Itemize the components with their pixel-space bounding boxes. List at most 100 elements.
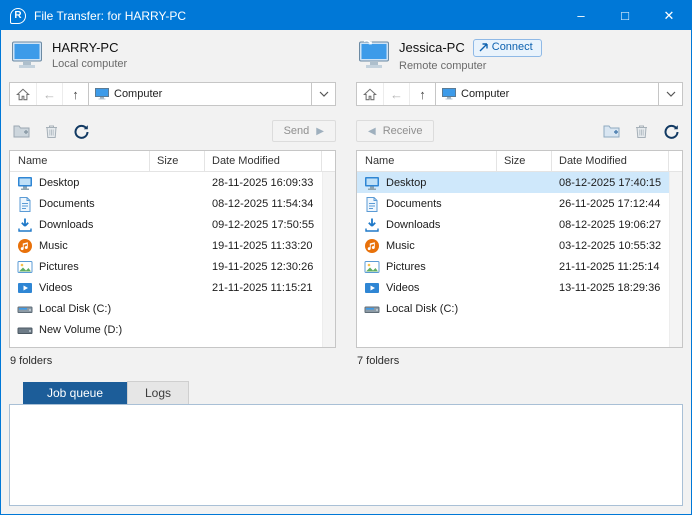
remote-computer-icon [358, 40, 390, 70]
send-arrow-icon: ▶ [316, 125, 324, 137]
file-row[interactable]: Desktop 08-12-2025 17:40:15 [357, 172, 669, 193]
remote-file-rows: Desktop 08-12-2025 17:40:15 Documents 26… [357, 172, 669, 347]
file-date: 08-12-2025 19:06:27 [559, 218, 662, 231]
receive-arrow-icon: ◀ [368, 125, 376, 137]
local-scrollbar[interactable] [322, 172, 335, 347]
local-list-header: Name Size Date Modified [10, 151, 335, 172]
remote-panel: Jessica-PC Connect Remote computer ← ↑ C… [356, 34, 683, 369]
remote-computer-header: Jessica-PC Connect Remote computer [358, 36, 683, 74]
bottom-section: Job queue Logs [9, 381, 683, 506]
file-transfer-window: R File Transfer: for HARRY-PC – □ ✕ HARR… [0, 0, 692, 515]
file-name: Pictures [386, 260, 426, 273]
file-date: 26-11-2025 17:12:44 [559, 197, 661, 210]
file-name: Documents [39, 197, 95, 210]
job-queue-panel [9, 404, 683, 506]
chevron-down-icon[interactable] [311, 83, 335, 105]
file-row[interactable]: Downloads 08-12-2025 19:06:27 [357, 214, 669, 235]
column-size[interactable]: Size [497, 151, 552, 171]
file-row[interactable]: Music 03-12-2025 10:55:32 [357, 235, 669, 256]
maximize-button[interactable]: □ [603, 1, 647, 30]
local-file-list: Name Size Date Modified Desktop 28-11-20… [9, 150, 336, 348]
home-button[interactable] [10, 83, 36, 105]
computer-icon [442, 88, 456, 100]
file-row[interactable]: Videos 13-11-2025 18:29:36 [357, 277, 669, 298]
send-button[interactable]: Send ▶ [271, 120, 336, 142]
file-row[interactable]: Local Disk (C:) [357, 298, 669, 319]
file-name: Local Disk (C:) [39, 302, 112, 315]
file-name: Desktop [39, 176, 80, 189]
local-status-text: 9 folders [10, 355, 53, 367]
receive-button[interactable]: ◀ Receive [356, 120, 435, 142]
remote-computer-name: Jessica-PC [399, 40, 465, 55]
local-path-dropdown[interactable]: Computer [88, 82, 336, 106]
column-date-modified[interactable]: Date Modified [552, 151, 669, 171]
file-row[interactable]: Pictures 19-11-2025 12:30:26 [10, 256, 322, 277]
receive-button-label: Receive [382, 125, 423, 137]
file-name: Videos [39, 281, 73, 294]
new-folder-button[interactable] [9, 120, 33, 142]
disk-d-icon [17, 322, 33, 338]
back-button[interactable]: ← [36, 83, 62, 105]
remote-list-header: Name Size Date Modified [357, 151, 682, 172]
send-button-label: Send [283, 125, 310, 137]
panels: HARRY-PC Local computer ← ↑ Computer Sen… [9, 34, 683, 369]
remote-scrollbar[interactable] [669, 172, 682, 347]
file-row[interactable]: Music 19-11-2025 11:33:20 [10, 235, 322, 256]
connect-button-label: Connect [491, 41, 533, 53]
refresh-button[interactable] [69, 120, 93, 142]
window-title: File Transfer: for HARRY-PC [34, 8, 187, 23]
column-name[interactable]: Name [10, 151, 150, 171]
file-row[interactable]: Downloads 09-12-2025 17:50:55 [10, 214, 322, 235]
file-row[interactable]: Documents 08-12-2025 11:54:34 [10, 193, 322, 214]
pictures-icon [17, 259, 33, 275]
file-row[interactable]: New Volume (D:) [10, 319, 322, 340]
tab-job-queue[interactable]: Job queue [23, 382, 127, 404]
computer-icon [95, 88, 109, 100]
documents-icon [364, 196, 380, 212]
pictures-icon [364, 259, 380, 275]
new-folder-button[interactable] [599, 120, 623, 142]
back-button[interactable]: ← [383, 83, 409, 105]
local-toolbar: Send ▶ [9, 119, 336, 143]
videos-icon [17, 280, 33, 296]
up-button[interactable]: ↑ [62, 83, 88, 105]
disk-c-icon [17, 301, 33, 317]
file-row[interactable]: Videos 21-11-2025 11:15:21 [10, 277, 322, 298]
local-path-label: Computer [114, 88, 163, 100]
file-row[interactable]: Pictures 21-11-2025 11:25:14 [357, 256, 669, 277]
column-date-modified[interactable]: Date Modified [205, 151, 322, 171]
file-date: 09-12-2025 17:50:55 [212, 218, 315, 231]
remote-file-list: Name Size Date Modified Desktop 08-12-20… [356, 150, 683, 348]
chevron-down-icon[interactable] [658, 83, 682, 105]
documents-icon [17, 196, 33, 212]
desktop-icon [364, 175, 380, 191]
connect-button[interactable]: Connect [472, 38, 542, 57]
delete-button[interactable] [39, 120, 63, 142]
remote-path-dropdown[interactable]: Computer [435, 82, 683, 106]
delete-button[interactable] [629, 120, 653, 142]
file-row[interactable]: Local Disk (C:) [10, 298, 322, 319]
local-panel: HARRY-PC Local computer ← ↑ Computer Sen… [9, 34, 336, 369]
remote-computer-type: Remote computer [399, 59, 487, 72]
file-name: Downloads [386, 218, 441, 231]
file-name: New Volume (D:) [39, 323, 123, 336]
downloads-icon [364, 217, 380, 233]
file-name: Videos [386, 281, 420, 294]
tab-logs[interactable]: Logs [127, 381, 189, 404]
file-date: 03-12-2025 10:55:32 [559, 239, 662, 252]
file-row[interactable]: Desktop 28-11-2025 16:09:33 [10, 172, 322, 193]
minimize-button[interactable]: – [559, 1, 603, 30]
file-date: 08-12-2025 11:54:34 [212, 197, 314, 210]
column-name[interactable]: Name [357, 151, 497, 171]
window-controls: – □ ✕ [559, 1, 691, 30]
file-date: 28-11-2025 16:09:33 [212, 176, 314, 189]
home-button[interactable] [357, 83, 383, 105]
desktop-icon [17, 175, 33, 191]
close-button[interactable]: ✕ [647, 1, 691, 30]
refresh-button[interactable] [659, 120, 683, 142]
column-size[interactable]: Size [150, 151, 205, 171]
file-row[interactable]: Documents 26-11-2025 17:12:44 [357, 193, 669, 214]
titlebar: R File Transfer: for HARRY-PC – □ ✕ [1, 1, 691, 30]
up-button[interactable]: ↑ [409, 83, 435, 105]
file-name: Downloads [39, 218, 94, 231]
